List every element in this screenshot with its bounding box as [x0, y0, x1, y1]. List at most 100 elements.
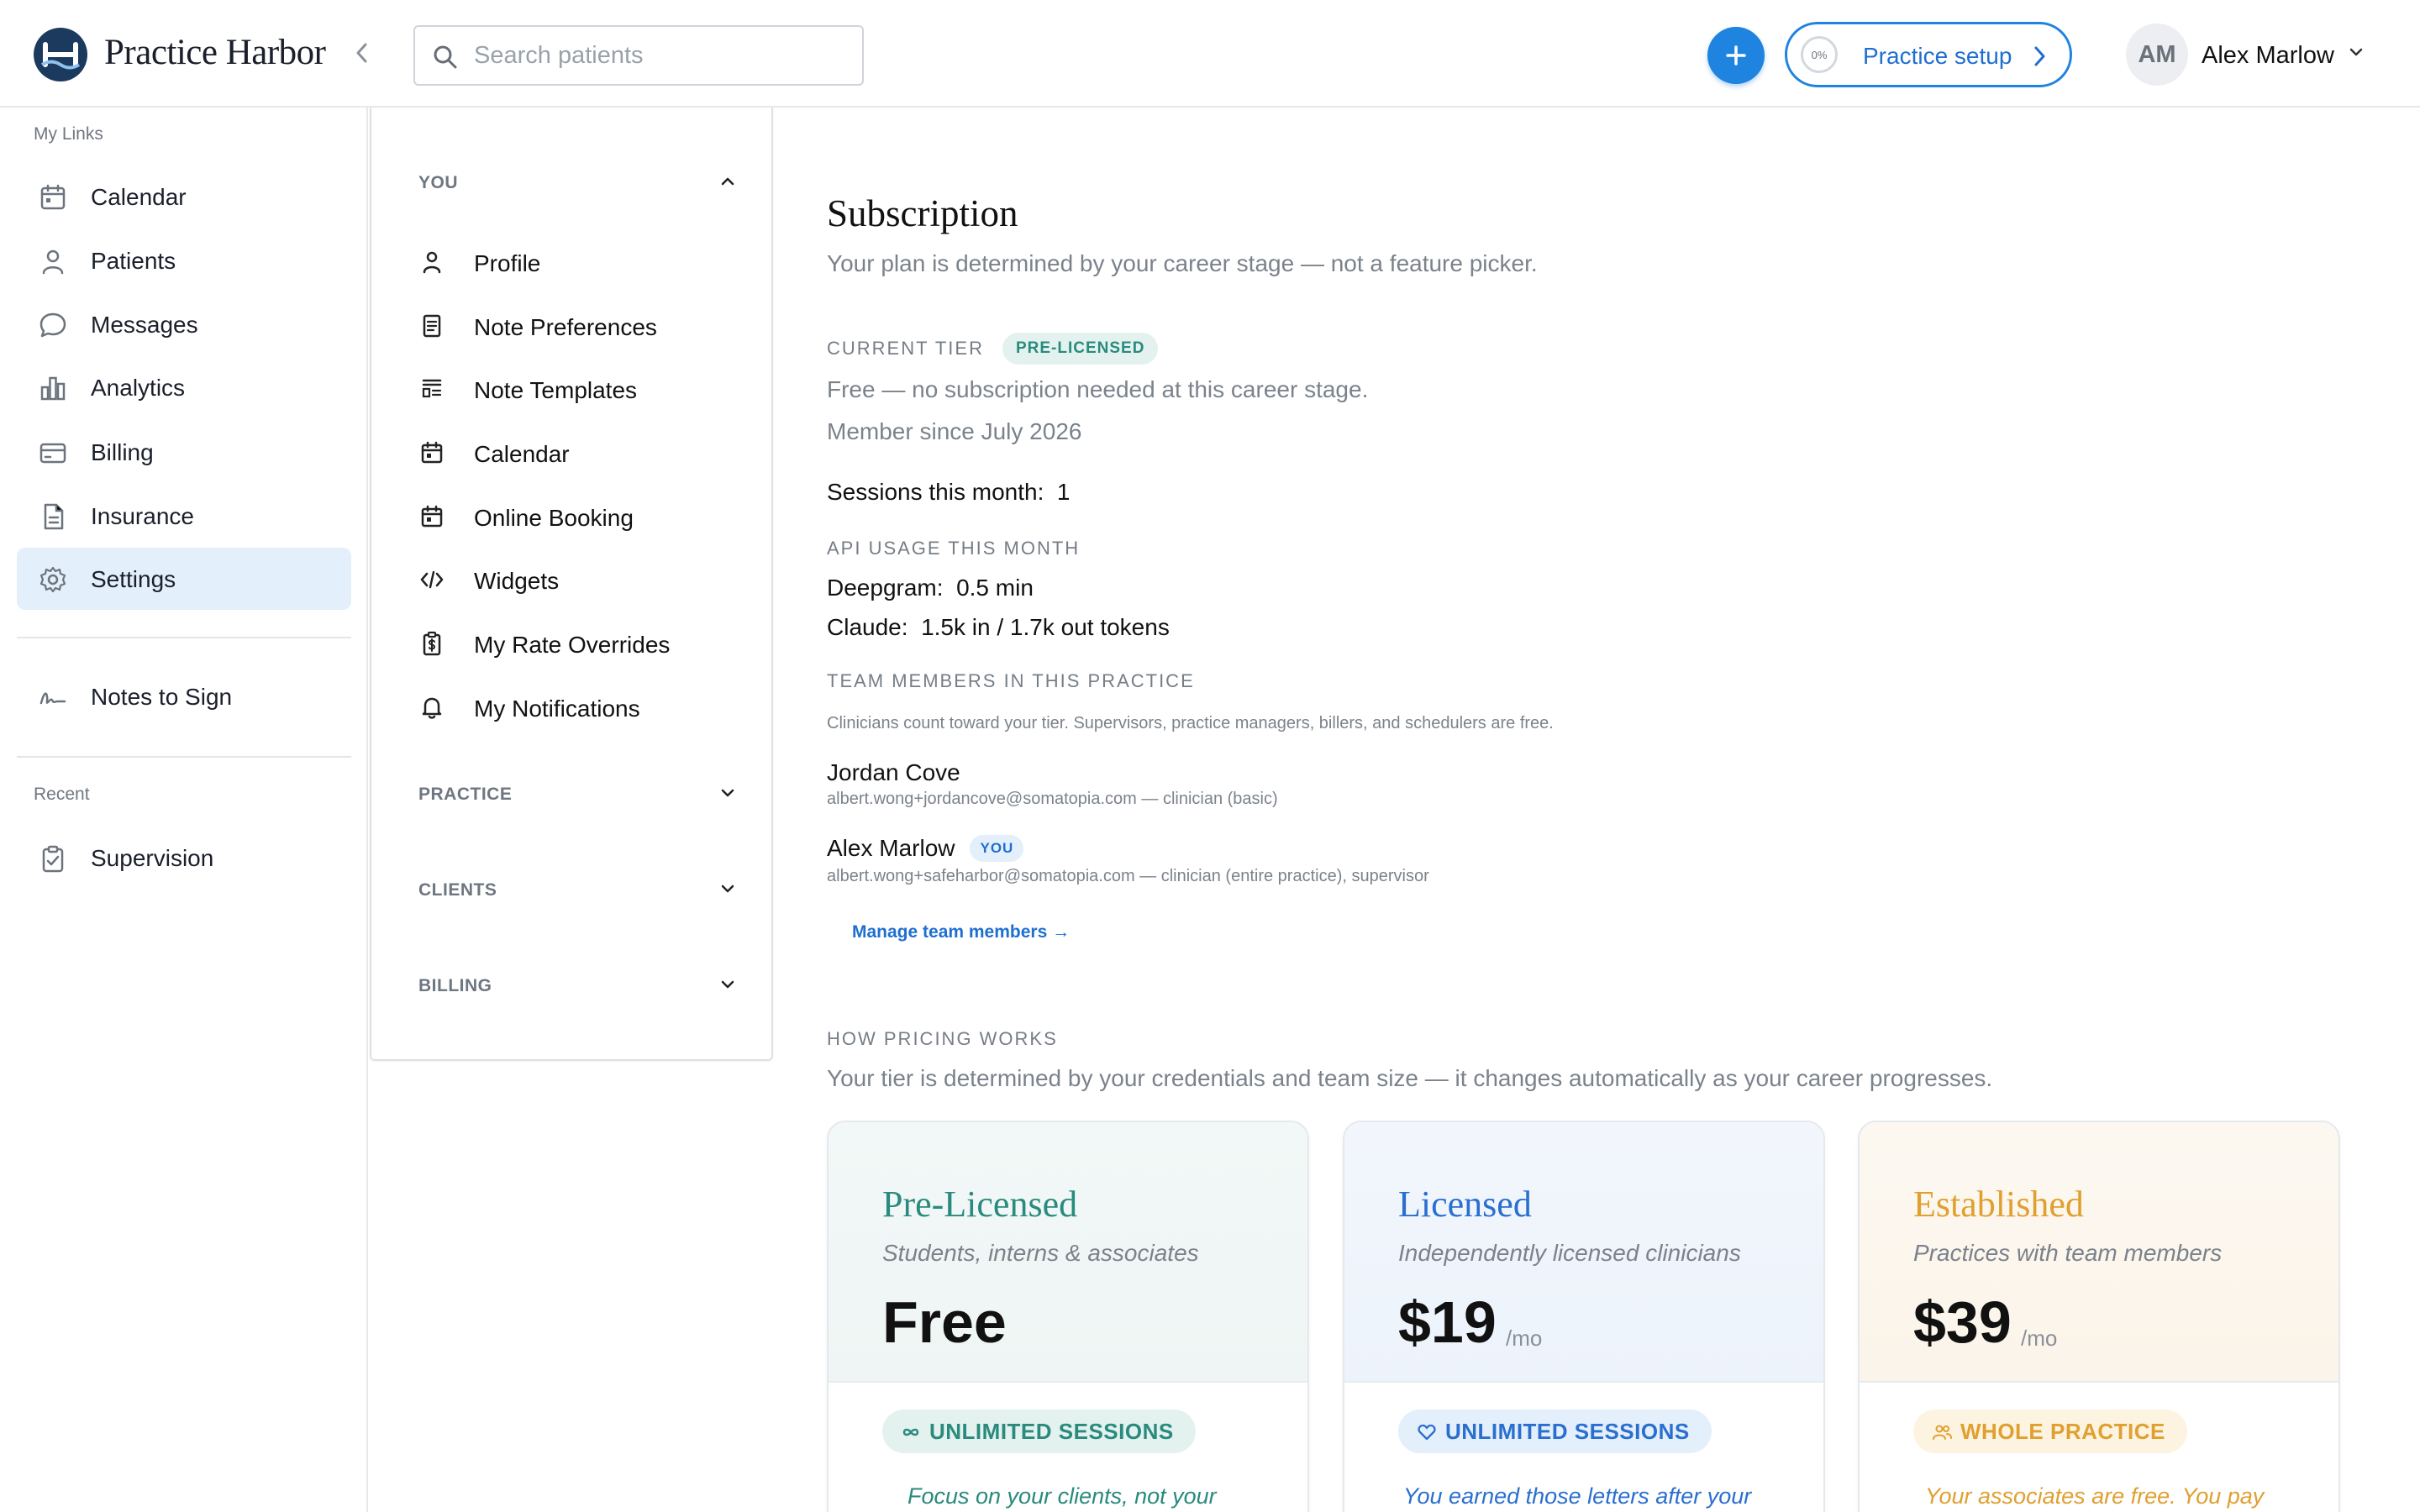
settings-item-note-templates[interactable]: Note Templates	[418, 364, 738, 414]
my-links-label: My Links	[34, 124, 103, 144]
left-sidebar: My Links Calendar Patients Messages Anal…	[0, 108, 368, 1512]
tier-blurb: You earned those letters after your	[1403, 1483, 1752, 1509]
settings-group-clients[interactable]: CLIENTS	[418, 874, 738, 907]
tier-badge: UNLIMITED SESSIONS	[1398, 1410, 1712, 1453]
top-bar: Practice Harbor 0% Practice setup AM Ale…	[0, 0, 2420, 108]
tier-subtitle: Independently licensed clinicians	[1398, 1240, 1741, 1266]
sidebar-item-calendar[interactable]: Calendar	[17, 165, 351, 228]
page-subtitle: Your plan is determined by your career s…	[827, 250, 1538, 276]
member-row: Alex Marlow YOU	[827, 835, 1024, 862]
sidebar-item-label: Billing	[91, 439, 154, 465]
chevron-down-icon	[721, 789, 734, 797]
user-name[interactable]: Alex Marlow	[2202, 42, 2334, 70]
member-name: Alex Marlow	[827, 835, 955, 861]
sidebar-item-messages[interactable]: Messages	[17, 293, 351, 355]
member-detail: albert.wong+safeharbor@somatopia.com — c…	[827, 867, 1429, 885]
you-badge: YOU	[970, 835, 1024, 862]
signature-icon	[39, 692, 66, 705]
infinity-icon	[902, 1428, 919, 1436]
sessions-row: Sessions this month: 1	[827, 479, 1070, 506]
person-icon	[42, 249, 64, 275]
settings-item-label: Widgets	[474, 568, 560, 594]
settings-group-you[interactable]: YOU	[418, 166, 738, 200]
settings-item-profile[interactable]: Profile	[418, 237, 738, 287]
add-button[interactable]	[1707, 27, 1765, 84]
subscription-page: Subscription Your plan is determined by …	[827, 108, 2390, 1512]
gear-icon	[39, 566, 66, 593]
chevron-left-icon	[356, 43, 367, 63]
sidebar-item-patients[interactable]: Patients	[17, 229, 351, 291]
settings-item-label: Profile	[474, 250, 541, 276]
sidebar-item-analytics[interactable]: Analytics	[17, 356, 351, 418]
heart-icon	[1418, 1424, 1436, 1441]
search-input[interactable]	[415, 27, 862, 84]
sidebar-item-insurance[interactable]: Insurance	[17, 485, 351, 547]
chevron-down-icon	[721, 980, 734, 989]
settings-item-my-rate-overrides[interactable]: My Rate Overrides	[418, 618, 738, 669]
tier-name: Established	[1913, 1184, 2084, 1225]
sidebar-item-label: Supervision	[91, 845, 214, 871]
manage-team-members-link[interactable]: Manage team members →	[852, 922, 1070, 942]
search-box	[413, 25, 864, 86]
tier-badge: WHOLE PRACTICE	[1913, 1410, 2187, 1453]
bell-icon	[422, 697, 442, 719]
settings-item-label: Note Templates	[474, 377, 638, 403]
chat-bubble-icon	[39, 312, 66, 338]
team-members-label: TEAM MEMBERS IN THIS PRACTICE	[827, 670, 1195, 691]
current-tier-row: CURRENT TIER PRE-LICENSED	[827, 333, 1159, 365]
app-title[interactable]: Practice Harbor	[104, 32, 326, 73]
member-since: Member since July 2026	[827, 418, 1082, 444]
tier-price-period: /mo	[1506, 1326, 1543, 1351]
setup-progress-ring: 0%	[1801, 36, 1838, 73]
avatar[interactable]: AM	[2126, 24, 2188, 86]
tier-description: Free — no subscription needed at this ca…	[827, 376, 1369, 402]
notes-to-sign-label: Notes to Sign	[91, 684, 233, 710]
chevron-down-icon[interactable]	[2348, 47, 2365, 59]
pricing-card-pre-licensed: Pre-Licensed Students, interns & associa…	[827, 1121, 1309, 1512]
page-title: Subscription	[827, 192, 1018, 234]
collapse-sidebar-button[interactable]	[348, 39, 376, 67]
settings-item-label: Online Booking	[474, 505, 634, 531]
group-label: PRACTICE	[418, 785, 513, 804]
tier-badge-label: UNLIMITED SESSIONS	[1445, 1418, 1690, 1444]
pricing-description: Your tier is determined by your credenti…	[827, 1065, 1993, 1091]
sidebar-item-label: Patients	[91, 248, 176, 274]
tier-price: Free	[882, 1289, 1007, 1355]
search-icon	[434, 45, 457, 69]
settings-item-my-notifications[interactable]: My Notifications	[418, 682, 738, 732]
credit-card-icon	[39, 443, 66, 464]
sessions-value: 1	[1056, 479, 1071, 505]
member-detail: albert.wong+jordancove@somatopia.com — c…	[827, 790, 1278, 808]
settings-item-widgets[interactable]: Widgets	[418, 554, 738, 605]
sessions-label: Sessions this month:	[827, 479, 1044, 505]
team-note: Clinicians count toward your tier. Super…	[827, 714, 1554, 732]
code-icon	[420, 570, 444, 589]
logo-icon[interactable]	[34, 28, 87, 81]
settings-group-practice[interactable]: PRACTICE	[418, 778, 738, 811]
sidebar-item-label: Analytics	[91, 375, 186, 401]
practice-setup-label: Practice setup	[1863, 43, 2012, 69]
member-name: Jordan Cove	[827, 759, 960, 785]
sidebar-item-billing[interactable]: Billing	[17, 421, 351, 483]
users-icon	[1933, 1425, 1952, 1440]
api-usage-label: API USAGE THIS MONTH	[827, 538, 1081, 559]
sidebar-item-settings[interactable]: Settings	[17, 548, 351, 610]
sidebar-item-label: Settings	[91, 566, 176, 592]
settings-item-online-booking[interactable]: Online Booking	[418, 491, 738, 542]
practice-setup-button[interactable]: 0% Practice setup	[1785, 22, 2072, 87]
calendar-icon	[421, 441, 443, 464]
claude-value: 1.5k in / 1.7k out tokens	[921, 614, 1170, 640]
sidebar-item-supervision[interactable]: Supervision	[17, 827, 351, 889]
calendar-icon	[40, 184, 66, 210]
person-icon	[423, 251, 441, 274]
sidebar-item-notes-to-sign[interactable]: Notes to Sign	[17, 665, 351, 727]
settings-item-label: Calendar	[474, 441, 570, 467]
chevron-right-icon	[2034, 46, 2045, 66]
tier-subtitle: Practices with team members	[1913, 1240, 2223, 1266]
tier-name: Pre-Licensed	[882, 1184, 1078, 1225]
settings-item-calendar[interactable]: Calendar	[418, 428, 738, 478]
tier-blurb: Your associates are free. You pay	[1925, 1483, 2265, 1509]
settings-item-note-preferences[interactable]: Note Preferences	[418, 301, 738, 351]
settings-item-label: My Notifications	[474, 696, 640, 722]
settings-group-billing[interactable]: BILLING	[418, 969, 738, 1003]
